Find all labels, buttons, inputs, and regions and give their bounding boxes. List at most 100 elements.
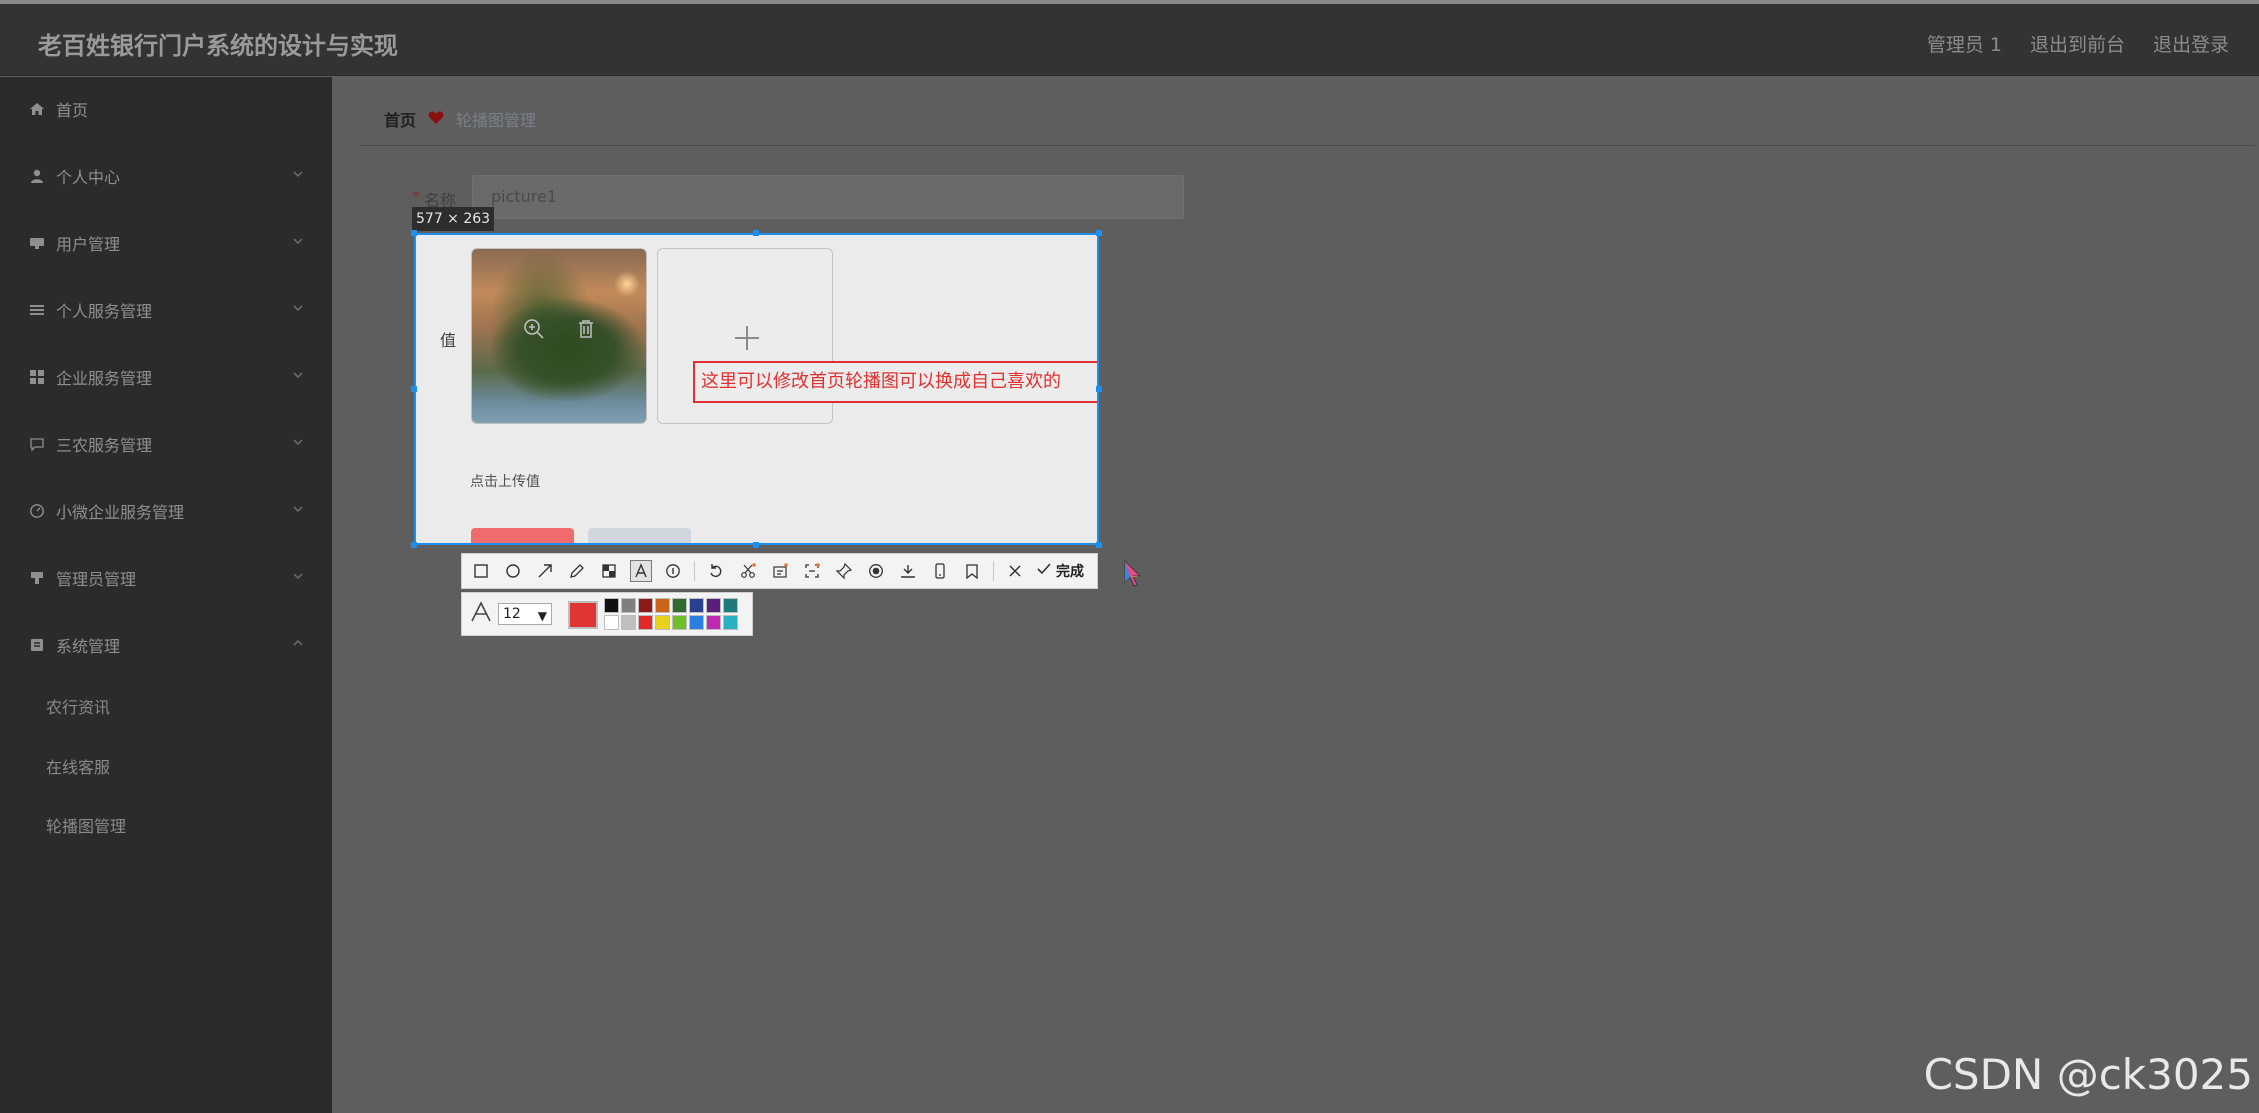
app-header: 老百姓银行门户系统的设计与实现 管理员 1 退出到前台 退出登录 [0,4,2259,76]
resize-handle[interactable] [411,386,417,392]
text-annotation[interactable]: 这里可以修改首页轮播图可以换成自己喜欢的 [693,361,1097,403]
sidebar-subitem-news[interactable]: 农行资讯 [46,694,110,718]
color-swatch[interactable] [672,598,687,613]
uploaded-image-thumbnail[interactable] [471,248,647,424]
sidebar-item-label: 系统管理 [56,637,121,656]
toolbar-separator [993,561,994,581]
resize-handle[interactable] [1096,542,1102,548]
pin-icon[interactable] [833,560,855,582]
sidebar-item-home[interactable]: 首页 [0,87,332,131]
color-swatch[interactable] [638,615,653,630]
color-swatch[interactable] [689,598,704,613]
download-icon[interactable] [897,560,919,582]
phone-icon[interactable] [929,560,951,582]
text-tool-icon[interactable] [630,560,652,582]
user-icon [28,167,46,185]
sidebar-item-label: 管理员管理 [56,570,137,589]
chevron-down-icon [290,166,306,182]
sidebar-item-label: 用户管理 [56,235,121,254]
chevron-down-icon [290,568,306,584]
sidebar-subitem-online-service[interactable]: 在线客服 [46,754,110,778]
record-icon[interactable] [865,560,887,582]
number-marker-icon[interactable] [662,560,684,582]
sidebar-item-label: 个人服务管理 [56,302,153,321]
done-label: 完成 [1056,564,1084,580]
upload-hint: 点击上传值 [470,474,540,490]
sidebar-item-admin-management[interactable]: 管理员管理 [0,556,332,600]
dashboard-icon [28,502,46,520]
delete-icon[interactable] [574,317,598,345]
arrow-tool-icon[interactable] [534,560,556,582]
scissors-icon[interactable] [737,560,759,582]
check-icon [1036,561,1052,581]
sidebar-item-enterprise-service[interactable]: 企业服务管理 [0,355,332,399]
done-button[interactable]: 完成 [1036,561,1084,581]
sidebar-item-system-management[interactable]: 系统管理 [0,623,332,667]
logout-link[interactable]: 退出登录 [2153,30,2229,57]
color-swatch[interactable] [723,615,738,630]
grid-icon [28,368,46,386]
bookmark-icon[interactable] [961,560,983,582]
cancel-button[interactable] [588,528,691,543]
breadcrumb-home[interactable]: 首页 [384,107,416,131]
color-swatch[interactable] [621,598,636,613]
toolbar-separator [694,561,695,581]
sidebar-item-agri-service[interactable]: 三农服务管理 [0,422,332,466]
chevron-down-icon [290,434,306,450]
text-style-toolbar: 12 ▼ [461,592,753,636]
resize-handle[interactable] [1096,386,1102,392]
submit-button[interactable] [471,528,574,543]
sidebar-subitem-carousel[interactable]: 轮播图管理 [46,813,126,837]
color-swatch[interactable] [604,598,619,613]
header-links: 管理员 1 退出到前台 退出登录 [1927,30,2229,57]
close-icon[interactable] [1004,560,1026,582]
chevron-down-icon [290,501,306,517]
sidebar-item-user-management[interactable]: 用户管理 [0,221,332,265]
system-icon [28,636,46,654]
color-swatch[interactable] [689,615,704,630]
chevron-up-icon [290,635,306,651]
color-swatch[interactable] [723,598,738,613]
font-size-select[interactable]: 12 ▼ [498,603,552,625]
color-swatch[interactable] [638,598,653,613]
mosaic-tool-icon[interactable] [598,560,620,582]
zoom-in-icon[interactable] [522,317,546,345]
current-user-link[interactable]: 管理员 1 [1927,30,2002,57]
resize-handle[interactable] [411,230,417,236]
sidebar-item-label: 小微企业服务管理 [56,503,185,522]
current-color-swatch[interactable] [568,601,598,629]
exit-to-frontend-link[interactable]: 退出到前台 [2030,30,2125,57]
color-swatch[interactable] [655,615,670,630]
caret-down-icon: ▼ [537,609,547,623]
long-screenshot-icon[interactable] [801,560,823,582]
plus-icon [734,325,760,351]
watermark: CSDN @ck3025 [1923,1050,2253,1099]
sidebar-item-small-enterprise[interactable]: 小微企业服务管理 [0,489,332,533]
sidebar-item-label: 首页 [56,101,89,120]
home-icon [28,100,46,118]
mouse-cursor-icon [1124,559,1144,588]
resize-handle[interactable] [753,542,759,548]
chevron-down-icon [290,367,306,383]
ocr-icon[interactable] [769,560,791,582]
color-swatch[interactable] [604,615,619,630]
color-swatch[interactable] [621,615,636,630]
color-swatch[interactable] [672,615,687,630]
required-mark: * [412,187,420,206]
rectangle-tool-icon[interactable] [470,560,492,582]
sidebar-item-personal-service[interactable]: 个人服务管理 [0,288,332,332]
undo-icon[interactable] [705,560,727,582]
color-swatch[interactable] [706,598,721,613]
color-swatch[interactable] [655,598,670,613]
pen-tool-icon[interactable] [566,560,588,582]
screenshot-selection[interactable]: 值 这里可以修改首页轮播图可以换成自己喜欢的 点击上传值 [414,233,1099,545]
color-swatch[interactable] [706,615,721,630]
name-input[interactable]: picture1 [472,175,1184,219]
sidebar-item-personal-center[interactable]: 个人中心 [0,154,332,198]
ellipse-tool-icon[interactable] [502,560,524,582]
sidebar: 首页 个人中心 用户管理 个人服务管理 企业服务管理 三农服务管理 小微企业服务… [0,77,332,1113]
resize-handle[interactable] [1096,230,1102,236]
resize-handle[interactable] [411,542,417,548]
breadcrumb-current: 轮播图管理 [456,111,537,130]
resize-handle[interactable] [753,230,759,236]
